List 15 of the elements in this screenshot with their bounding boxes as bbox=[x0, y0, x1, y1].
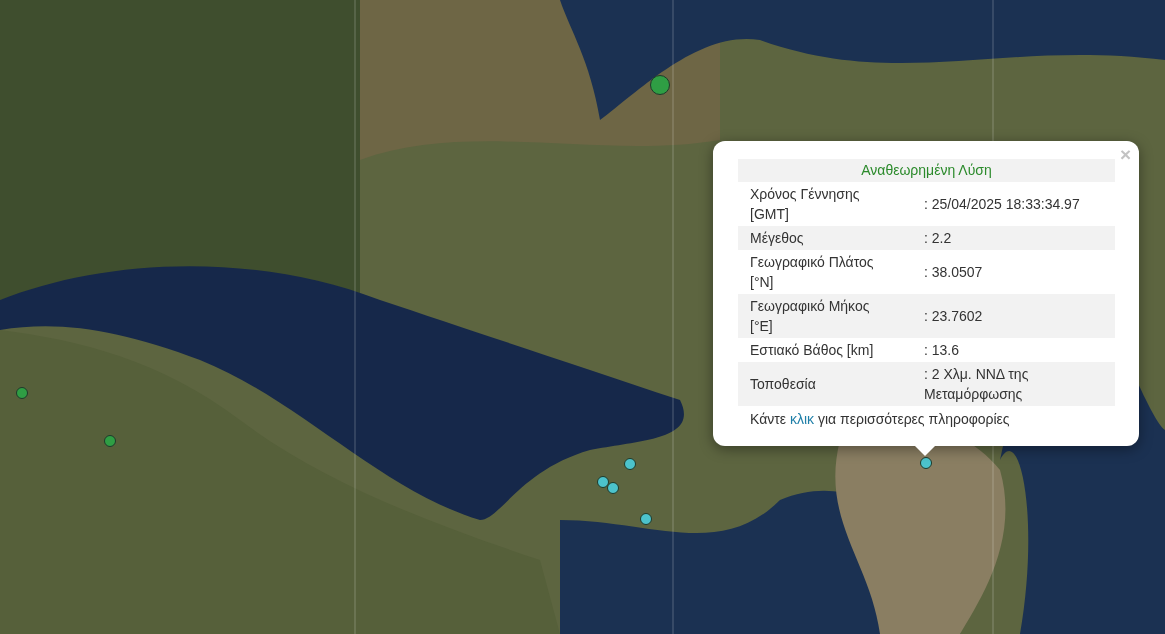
field-label: Τοποθεσία bbox=[738, 362, 912, 406]
field-label: Γεωγραφικό Μήκος [°E] bbox=[738, 294, 912, 338]
field-label: Γεωγραφικό Πλάτος [°N] bbox=[738, 250, 912, 294]
field-label: Χρόνος Γέννησης [GMT] bbox=[738, 182, 912, 226]
popup-title: Αναθεωρημένη Λύση bbox=[738, 159, 1115, 182]
field-label: Εστιακό Βάθος [km] bbox=[738, 338, 912, 362]
field-value: : 23.7602 bbox=[912, 294, 1115, 338]
more-info-link[interactable]: κλικ bbox=[789, 411, 815, 427]
field-label: Μέγεθος bbox=[738, 226, 912, 250]
field-value: : 2.2 bbox=[912, 226, 1115, 250]
field-value: : 13.6 bbox=[912, 338, 1115, 362]
field-value: : 38.0507 bbox=[912, 250, 1115, 294]
field-value: : 2 Χλμ. ΝΝΔ της Μεταμόρφωσης bbox=[912, 362, 1115, 406]
field-value: : 25/04/2025 18:33:34.97 bbox=[912, 182, 1115, 226]
more-info-text: Κάντε κλικ για περισσότερες πληροφορίες bbox=[749, 410, 1011, 428]
